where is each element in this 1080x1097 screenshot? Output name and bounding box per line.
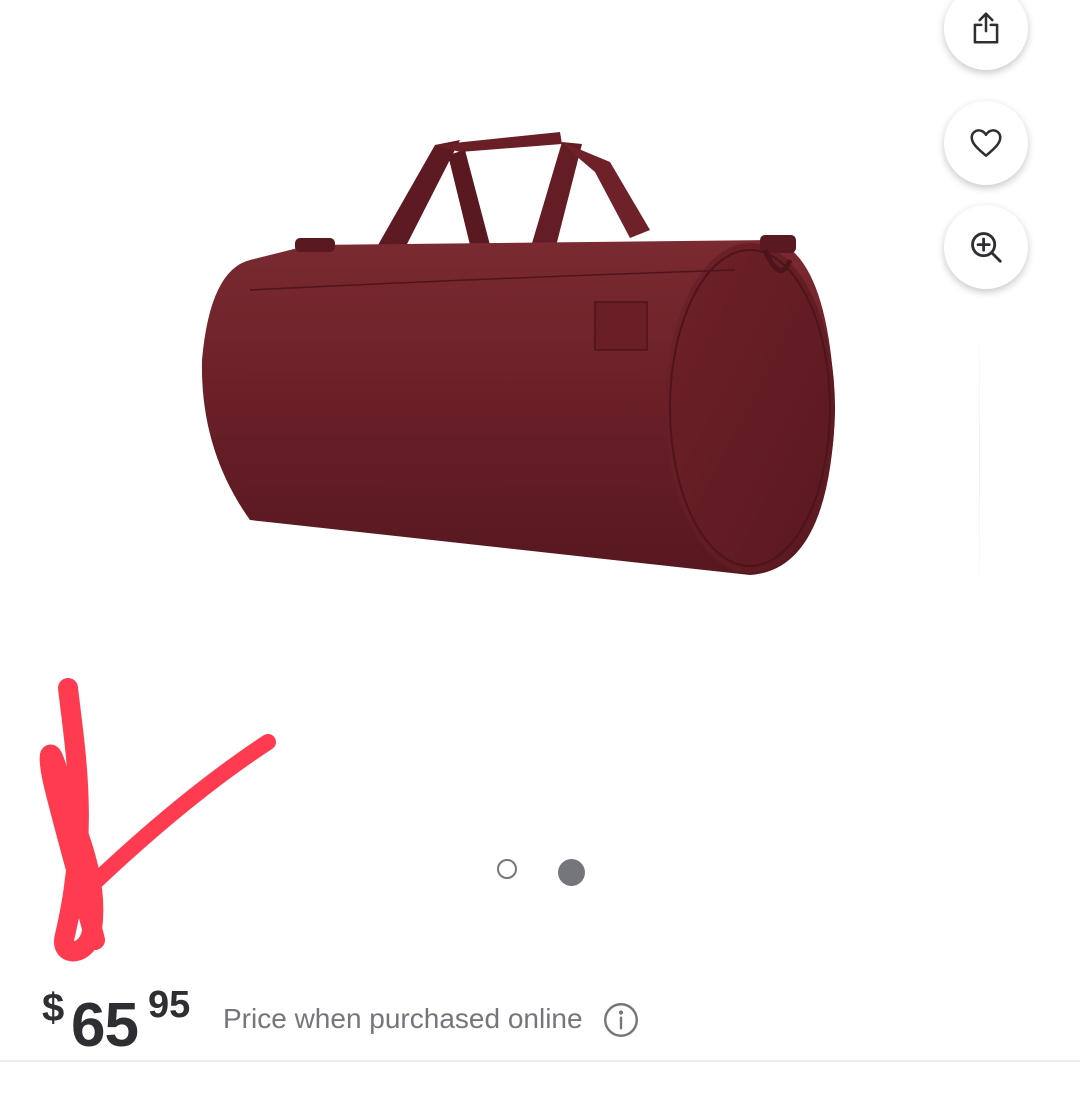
red-scribble-mark [39,678,276,962]
heart-icon [970,129,1002,157]
favorite-button[interactable] [944,101,1028,185]
carousel-dot-2[interactable] [558,859,585,886]
image-edge [979,300,980,620]
zoom-in-icon [971,232,1002,263]
divider [0,1060,1080,1062]
price-cents: 95 [148,984,191,1026]
price-note: Price when purchased online [223,1003,583,1034]
carousel-dot-1[interactable] [497,859,517,879]
product-image[interactable] [190,110,850,590]
price-whole: 65 [71,991,139,1060]
info-icon[interactable] [603,1002,639,1038]
share-icon [973,12,999,44]
price-currency: $ [42,986,65,1030]
share-button[interactable] [944,0,1028,70]
zoom-button[interactable] [944,205,1028,289]
